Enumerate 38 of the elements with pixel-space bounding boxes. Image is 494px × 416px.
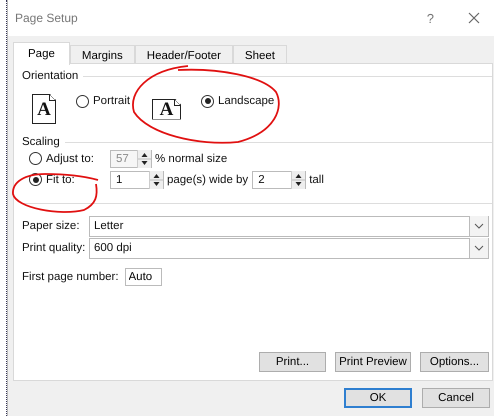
first-page-number-field[interactable]: Auto [124, 268, 162, 286]
radio-button[interactable] [29, 152, 42, 165]
radio-button[interactable] [201, 94, 214, 108]
dialog-button[interactable]: Print Preview [335, 352, 411, 372]
option-label: Landscape [218, 95, 274, 107]
spin-field[interactable]: 2 [252, 170, 306, 188]
field-suffix: % normal size [155, 152, 228, 164]
field-label: First page number: [22, 271, 119, 283]
dialog-button[interactable]: Options... [420, 352, 489, 372]
close-icon[interactable] [468, 12, 480, 24]
spin-arrows-icon[interactable] [291, 170, 306, 188]
radio-option[interactable]: Portrait [76, 94, 130, 108]
section-label: Scaling [22, 136, 60, 148]
window-title: Page Setup [15, 11, 79, 25]
chevron-down-icon[interactable] [469, 238, 488, 258]
chevron-down-icon[interactable] [469, 216, 488, 236]
tab[interactable]: Page [13, 42, 70, 65]
dialog-button[interactable]: Print... [259, 352, 326, 372]
section-label: Orientation [22, 70, 78, 82]
field-label: Paper size: [22, 220, 81, 232]
landscape-page-icon: A [152, 98, 181, 120]
option-label: Portrait [93, 95, 130, 107]
field-suffix: tall [309, 174, 324, 186]
dialog-button[interactable]: OK [344, 388, 412, 408]
portrait-page-icon: A [32, 94, 56, 124]
paper-size-dropdown[interactable]: Letter [89, 216, 489, 236]
help-button[interactable]: ? [426, 10, 434, 26]
dialog-button[interactable]: Cancel [422, 388, 490, 408]
print-quality-dropdown[interactable]: 600 dpi [89, 238, 489, 258]
field-label: Print quality: [22, 242, 86, 254]
radio-option[interactable]: Landscape [201, 94, 274, 108]
spin-arrows-icon[interactable] [149, 170, 163, 188]
spin-arrows-icon[interactable] [137, 150, 151, 168]
radio-button[interactable] [76, 94, 89, 108]
option-label: Adjust to: [46, 152, 95, 164]
option-label: Fit to: [46, 174, 76, 186]
spin-field[interactable]: 1 [110, 170, 164, 188]
field-suffix: page(s) wide by [167, 174, 248, 186]
